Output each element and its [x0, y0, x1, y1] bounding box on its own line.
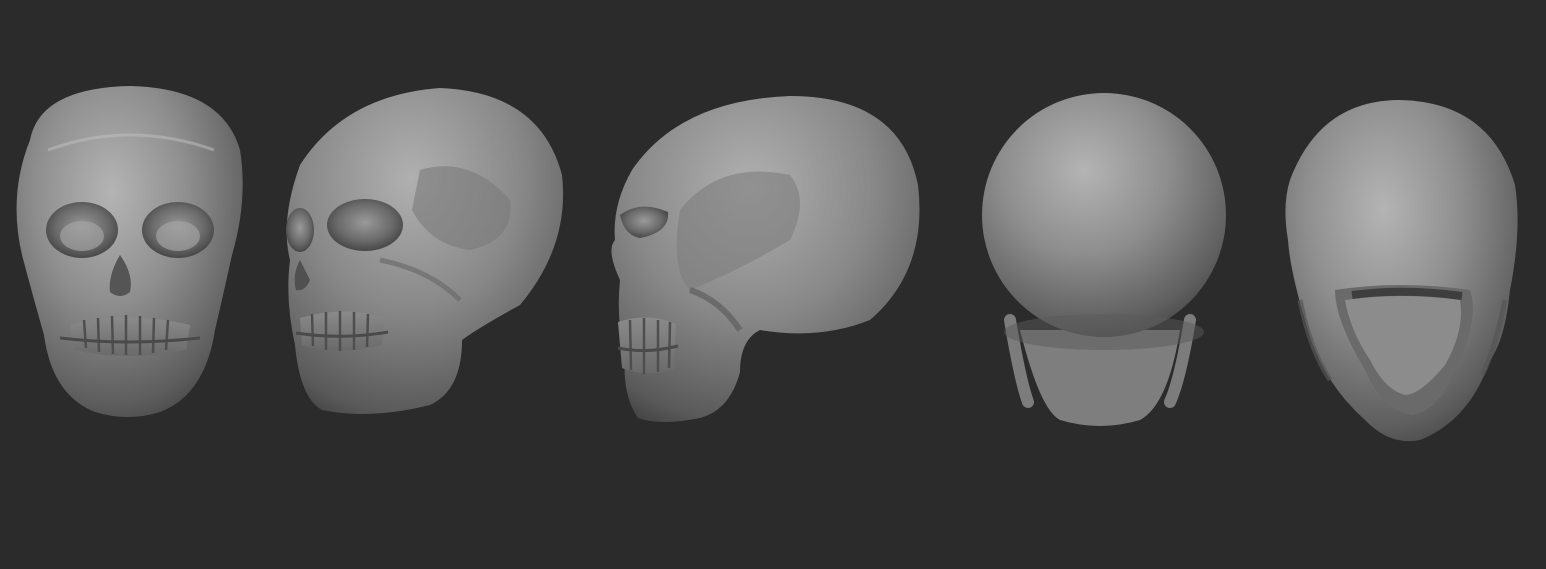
skull-turnaround-render — [16, 86, 1518, 442]
skull-three-quarter-view — [286, 88, 564, 414]
skull-front-view — [16, 86, 243, 417]
skull-side-view — [611, 96, 920, 422]
sculpt-viewport — [0, 0, 1546, 569]
skull-back-view — [982, 93, 1226, 426]
skull-bottom-view — [1285, 100, 1518, 442]
